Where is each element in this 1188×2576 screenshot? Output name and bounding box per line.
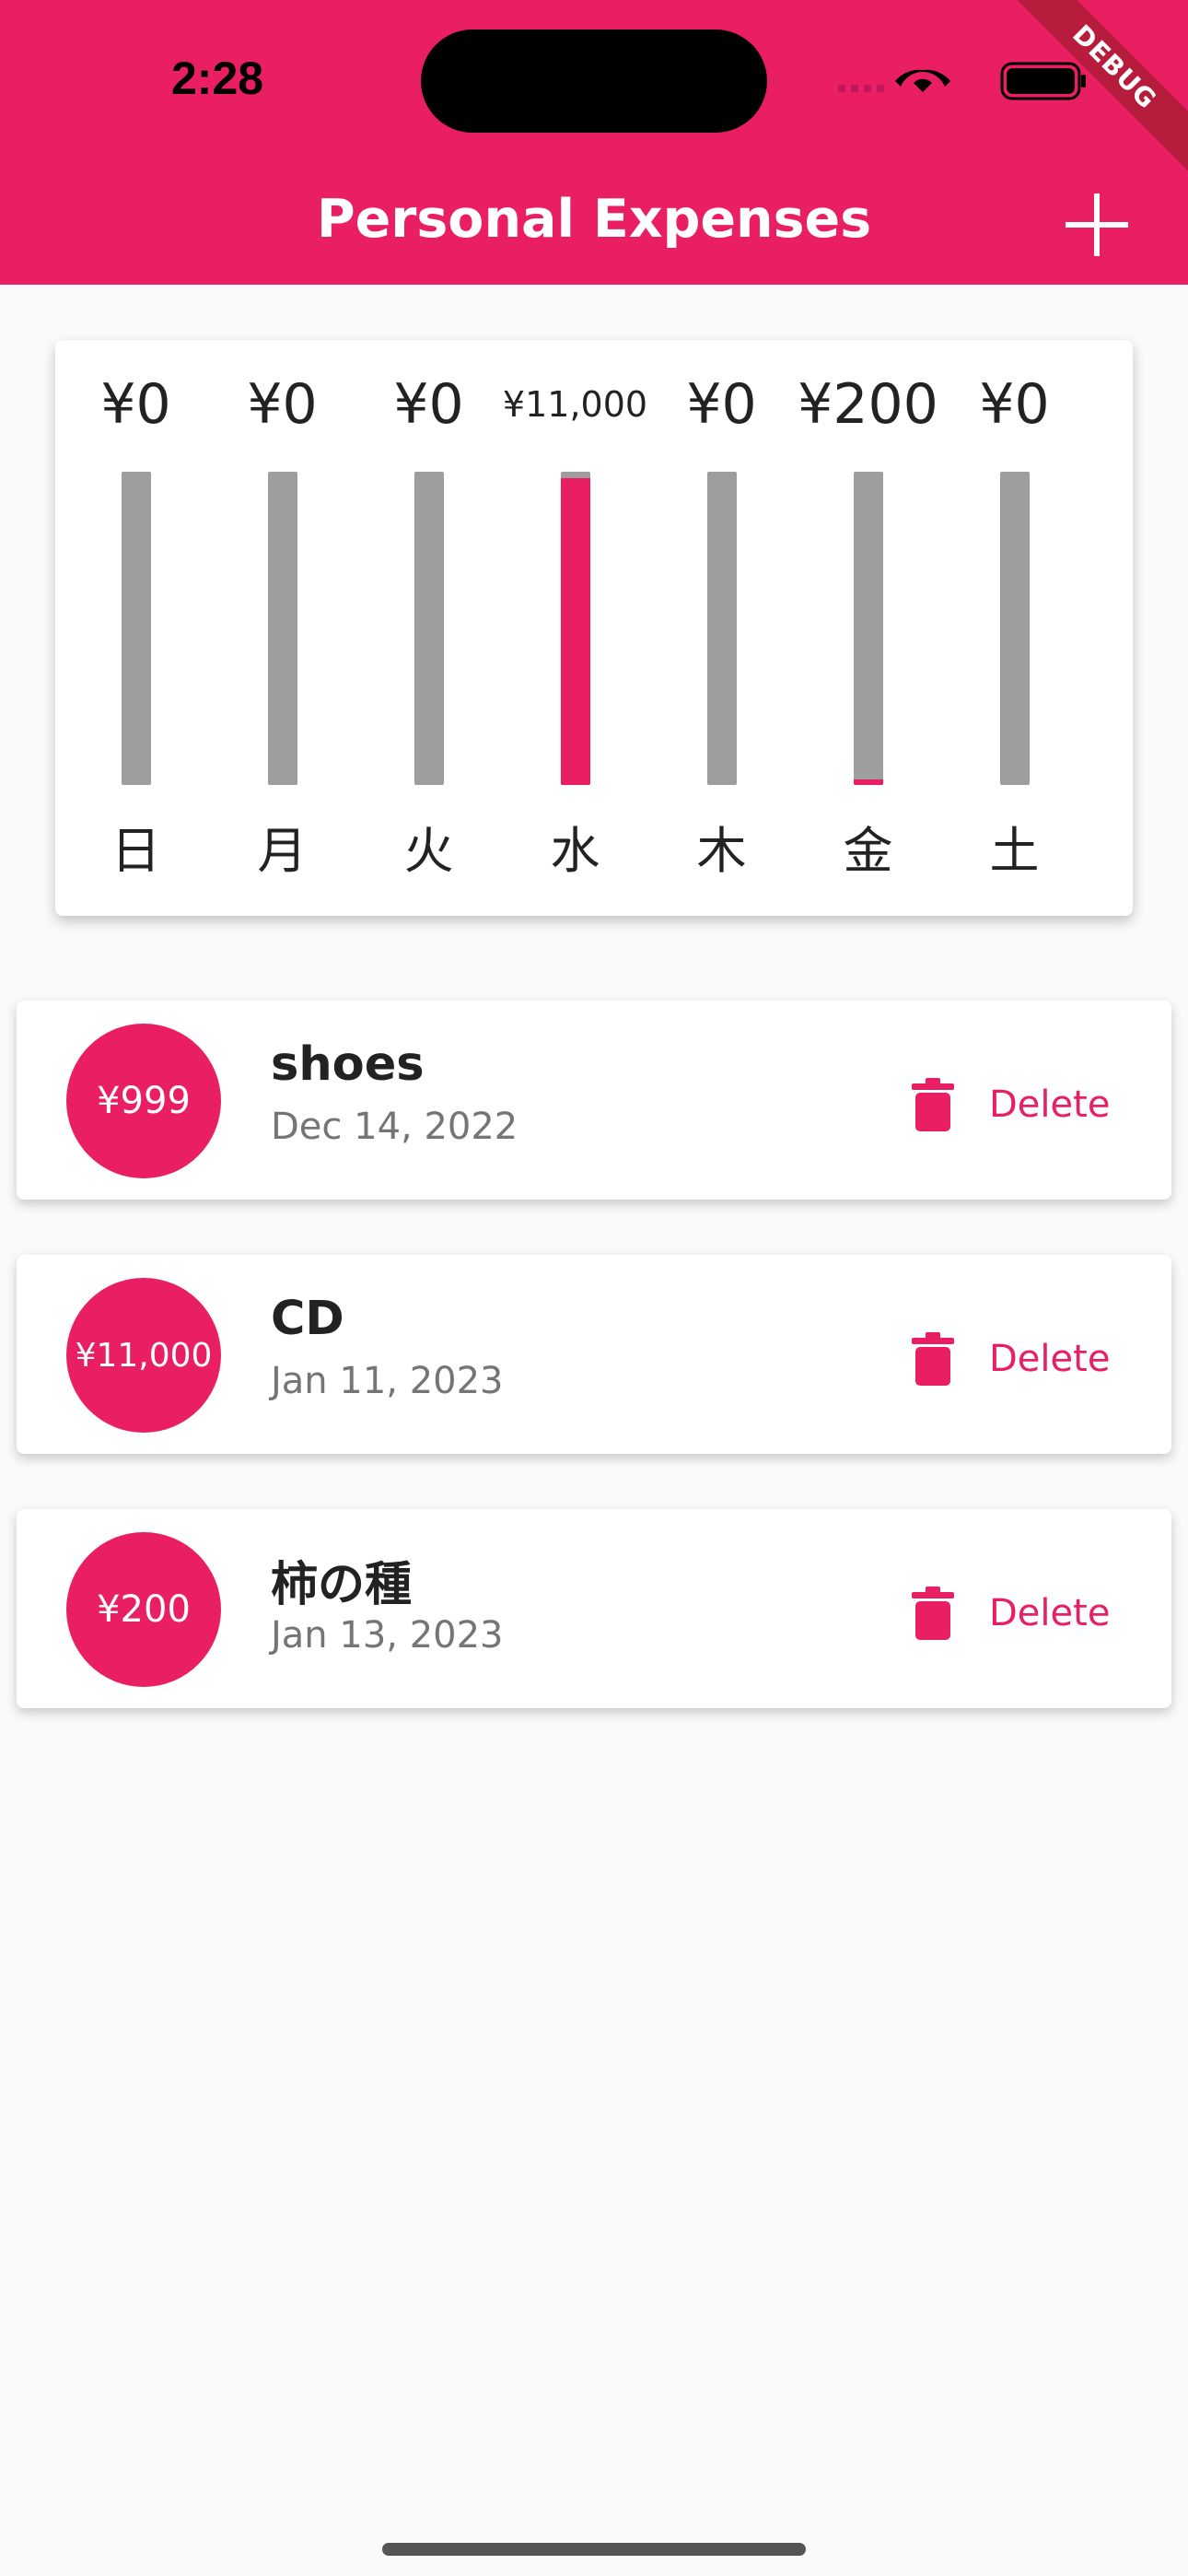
bar-amount-label: ¥11,000	[502, 384, 648, 425]
transaction-title: 柿の種	[271, 1558, 413, 1612]
weekday-label: 火	[403, 822, 454, 880]
transaction-card: ¥200 柿の種 Jan 13, 2023 Delete	[17, 1509, 1171, 1708]
trash-icon	[912, 1587, 954, 1640]
bar-amount-label: ¥0	[100, 372, 171, 437]
chart-bar	[413, 472, 444, 785]
plus-icon[interactable]	[1064, 192, 1130, 258]
weekday-label: 金	[843, 822, 893, 880]
weekday-label: 木	[696, 822, 747, 880]
bar-amount-label: ¥0	[247, 372, 318, 437]
status-icons	[838, 62, 1086, 100]
delete-button[interactable]: Delete	[912, 1581, 1133, 1645]
transaction-card: ¥11,000 CD Jan 11, 2023 Delete	[17, 1255, 1171, 1454]
bar-amount-label: ¥0	[979, 372, 1050, 437]
weekday-label: 水	[550, 822, 600, 880]
app-bar: 2:28 DEBUG Personal Expenses	[0, 0, 1188, 285]
amount-avatar: ¥999	[66, 1024, 221, 1178]
chart-bar-fill	[560, 477, 590, 785]
battery-icon	[1000, 62, 1086, 100]
trash-icon	[912, 1332, 954, 1386]
delete-label: Delete	[989, 1338, 1111, 1380]
bar-amount-label: ¥0	[686, 372, 757, 437]
transaction-title: shoes	[271, 1037, 425, 1092]
weekday-label: 日	[111, 822, 161, 880]
chart-bar	[853, 472, 883, 785]
chart-bar	[999, 472, 1030, 785]
page-title: Personal Expenses	[316, 189, 872, 250]
delete-button[interactable]: Delete	[912, 1327, 1133, 1391]
amount-avatar: ¥11,000	[66, 1278, 221, 1433]
delete-button[interactable]: Delete	[912, 1072, 1133, 1137]
transaction-date: Jan 13, 2023	[271, 1614, 504, 1657]
chart-bar-group: ¥200 金	[795, 340, 941, 916]
chart-bar-group: ¥0 月	[209, 340, 355, 916]
bar-amount-label: ¥0	[393, 372, 464, 437]
home-indicator	[382, 2543, 806, 2556]
transaction-date: Dec 14, 2022	[271, 1106, 518, 1148]
chart-bar	[706, 472, 737, 785]
transaction-title: CD	[271, 1292, 344, 1346]
dynamic-island	[421, 29, 767, 133]
weekly-chart: ¥0 日 ¥0 月 ¥0 火 ¥11,000 水 ¥0 木 ¥200 金 ¥0 土	[55, 340, 1133, 916]
delete-label: Delete	[989, 1083, 1111, 1126]
chart-bar-group: ¥0 木	[648, 340, 795, 916]
trash-icon	[912, 1078, 954, 1131]
chart-bar-group: ¥0 火	[355, 340, 502, 916]
chart-bar	[560, 472, 590, 785]
bar-amount-label: ¥200	[798, 372, 938, 437]
transaction-date: Jan 11, 2023	[271, 1360, 504, 1402]
transaction-card: ¥999 shoes Dec 14, 2022 Delete	[17, 1001, 1171, 1200]
chart-bar-group: ¥0 日	[63, 340, 209, 916]
status-time: 2:28	[171, 53, 264, 104]
amount-avatar: ¥200	[66, 1532, 221, 1687]
chart-bar-group: ¥0 土	[941, 340, 1088, 916]
signal-icon	[838, 85, 884, 92]
weekday-label: 土	[989, 822, 1040, 880]
chart-bar	[267, 472, 297, 785]
chart-bar	[121, 472, 151, 785]
wifi-icon	[895, 69, 950, 92]
delete-label: Delete	[989, 1592, 1111, 1634]
chart-bar-group: ¥11,000 水	[502, 340, 648, 916]
weekday-label: 月	[257, 822, 308, 880]
chart-bar-fill	[853, 779, 883, 785]
